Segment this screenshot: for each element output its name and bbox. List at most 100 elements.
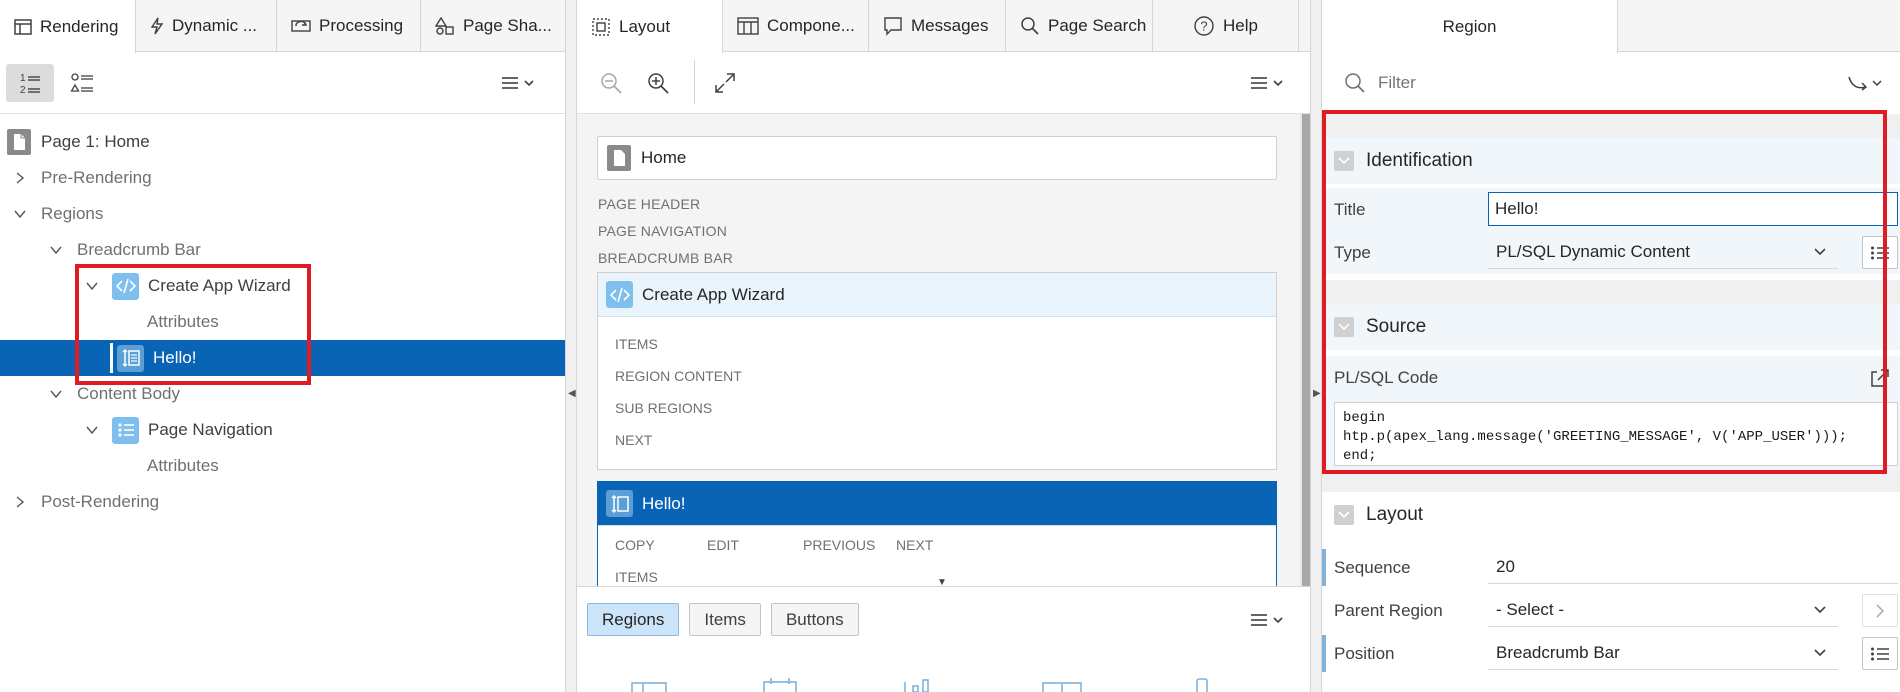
tree-node-page[interactable]: Page 1: Home [0,124,565,160]
group-title: Layout [1366,504,1424,525]
group-layout: Layout Sequence 20 Parent Region - Selec… [1322,492,1900,692]
mobile-region-icon[interactable] [1195,678,1209,692]
chevron-down-icon[interactable] [85,423,99,437]
tab-messages[interactable]: Messages [869,0,1006,52]
group-header[interactable]: Identification [1322,138,1900,184]
filter-input[interactable] [1378,73,1778,93]
position-next: NEXT [615,432,653,448]
tree-view-button[interactable]: 12 [6,63,54,102]
lightning-icon [150,17,164,35]
tree-node-pre-rendering[interactable]: Pre-Rendering [0,160,565,196]
group-header[interactable]: Source [1322,304,1900,350]
splitter-right[interactable]: ▶ [1310,0,1322,692]
chevron-down-icon[interactable] [49,243,63,257]
required-marker [1322,549,1326,586]
splitter-left[interactable]: ◀ [565,0,577,692]
chevron-down-icon[interactable] [49,387,63,401]
expand-button[interactable] [709,63,741,103]
tab-label: Rendering [40,16,119,36]
gallery-tab-regions[interactable]: Regions [587,603,680,636]
component-view-button[interactable] [62,63,102,103]
property-label: Type [1334,242,1371,262]
type-list-button[interactable] [1862,236,1898,269]
tree-label: Hello! [153,348,197,367]
chevron-down-icon[interactable] [1334,317,1354,337]
group-header[interactable]: Layout [1322,492,1900,538]
gallery-tab-items[interactable]: Items [689,603,761,636]
calendar-region-icon[interactable] [763,678,797,692]
tab-region[interactable]: Region [1322,0,1618,53]
toolbar-divider [694,60,695,104]
code-editor-button[interactable] [1862,361,1898,394]
region-header[interactable]: Create App Wizard [598,273,1276,317]
collapse-right-icon[interactable]: ▶ [1313,388,1321,399]
collapse-left-icon[interactable]: ◀ [568,388,576,399]
tree-node-attributes[interactable]: Attributes [0,448,565,484]
tab-help[interactable]: ? Help [1153,0,1299,52]
position-items: ITEMS [615,336,658,352]
chevron-down-icon[interactable] [13,207,27,221]
region-hello[interactable]: Hello! COPY EDIT PREVIOUS NEXT ITEMS [597,481,1277,586]
tab-label: Messages [911,16,989,35]
tree-node-create-app-wizard[interactable]: Create App Wizard [0,268,565,304]
select-value: PL/SQL Dynamic Content [1496,241,1691,261]
tab-dynamic-actions[interactable]: Dynamic ... [136,0,277,52]
chart-region-icon[interactable] [903,678,933,692]
chevron-down-icon[interactable] [1334,151,1354,171]
tab-rendering[interactable]: Rendering [0,0,136,53]
property-position: Position Breadcrumb Bar [1322,632,1900,675]
form-region-icon[interactable] [631,682,667,692]
tree-node-page-navigation[interactable]: Page Navigation [0,412,565,448]
tab-label: Dynamic ... [172,16,258,35]
tab-component-view[interactable]: Compone... [723,0,869,52]
menu-icon [1251,613,1283,626]
parent-region-select[interactable]: - Select - [1488,593,1838,627]
cards-region-icon[interactable] [1042,682,1082,692]
plsql-code-editor[interactable]: begin htp.p(apex_lang.message('GREETING_… [1334,402,1898,466]
region-header[interactable]: Hello! [598,482,1276,526]
type-select[interactable]: PL/SQL Dynamic Content [1488,235,1838,269]
tree-node-regions[interactable]: Regions [0,196,565,232]
property-label: Parent Region [1334,600,1443,620]
page-icon [607,145,631,171]
position-select[interactable]: Breadcrumb Bar [1488,636,1838,670]
go-to-parent-button[interactable] [1862,594,1898,627]
expand-icon [715,72,735,93]
position-list-button[interactable] [1862,637,1898,670]
collapse-down-icon[interactable]: ▼ [937,577,947,586]
tree-node-post-rendering[interactable]: Post-Rendering [0,484,565,520]
sequence-field[interactable]: 20 [1488,550,1898,584]
chevron-right-icon[interactable] [13,495,27,509]
tab-processing[interactable]: Processing [277,0,421,52]
filter-row [1322,52,1900,114]
chevron-down-icon[interactable] [85,279,99,293]
layout-menu-button[interactable] [1245,63,1291,103]
chevron-down-icon[interactable] [1334,505,1354,525]
region-create-app-wizard[interactable]: Create App Wizard ITEMS REGION CONTENT S… [597,272,1277,470]
tree-node-hello[interactable]: Hello! [0,340,565,376]
property-parent-region: Parent Region - Select - [1322,589,1900,632]
zoom-in-button[interactable] [642,63,674,103]
tree-node-content-body[interactable]: Content Body [0,376,565,412]
tree-label: Create App Wizard [148,276,291,295]
chevron-right-icon[interactable] [13,171,27,185]
gallery-menu-button[interactable] [1245,600,1291,640]
tree-label: Pre-Rendering [41,168,152,187]
chevron-right-icon [1876,603,1885,618]
tree-node-breadcrumb-bar[interactable]: Breadcrumb Bar [0,232,565,268]
shapes-icon [435,17,454,35]
tab-page-search[interactable]: Page Search [1006,0,1153,52]
position-page-header: PAGE HEADER [598,196,701,212]
tree-node-attributes[interactable]: Attributes [0,304,565,340]
scrollbar-thumb[interactable] [1302,114,1310,586]
title-field[interactable] [1488,192,1898,226]
gallery-tab-buttons[interactable]: Buttons [770,603,859,636]
page-home-box[interactable]: Home [597,136,1277,180]
tab-layout[interactable]: Layout [577,0,723,53]
tree-menu-button[interactable] [496,63,542,103]
go-to-group-button[interactable] [1844,63,1888,103]
page-tree: Page 1: Home Pre-Rendering Regions Bread… [0,114,565,692]
position-page-navigation: PAGE NAVIGATION [598,223,728,239]
tab-page-shared[interactable]: Page Sha... [421,0,565,52]
zoom-out-button[interactable] [595,63,627,103]
